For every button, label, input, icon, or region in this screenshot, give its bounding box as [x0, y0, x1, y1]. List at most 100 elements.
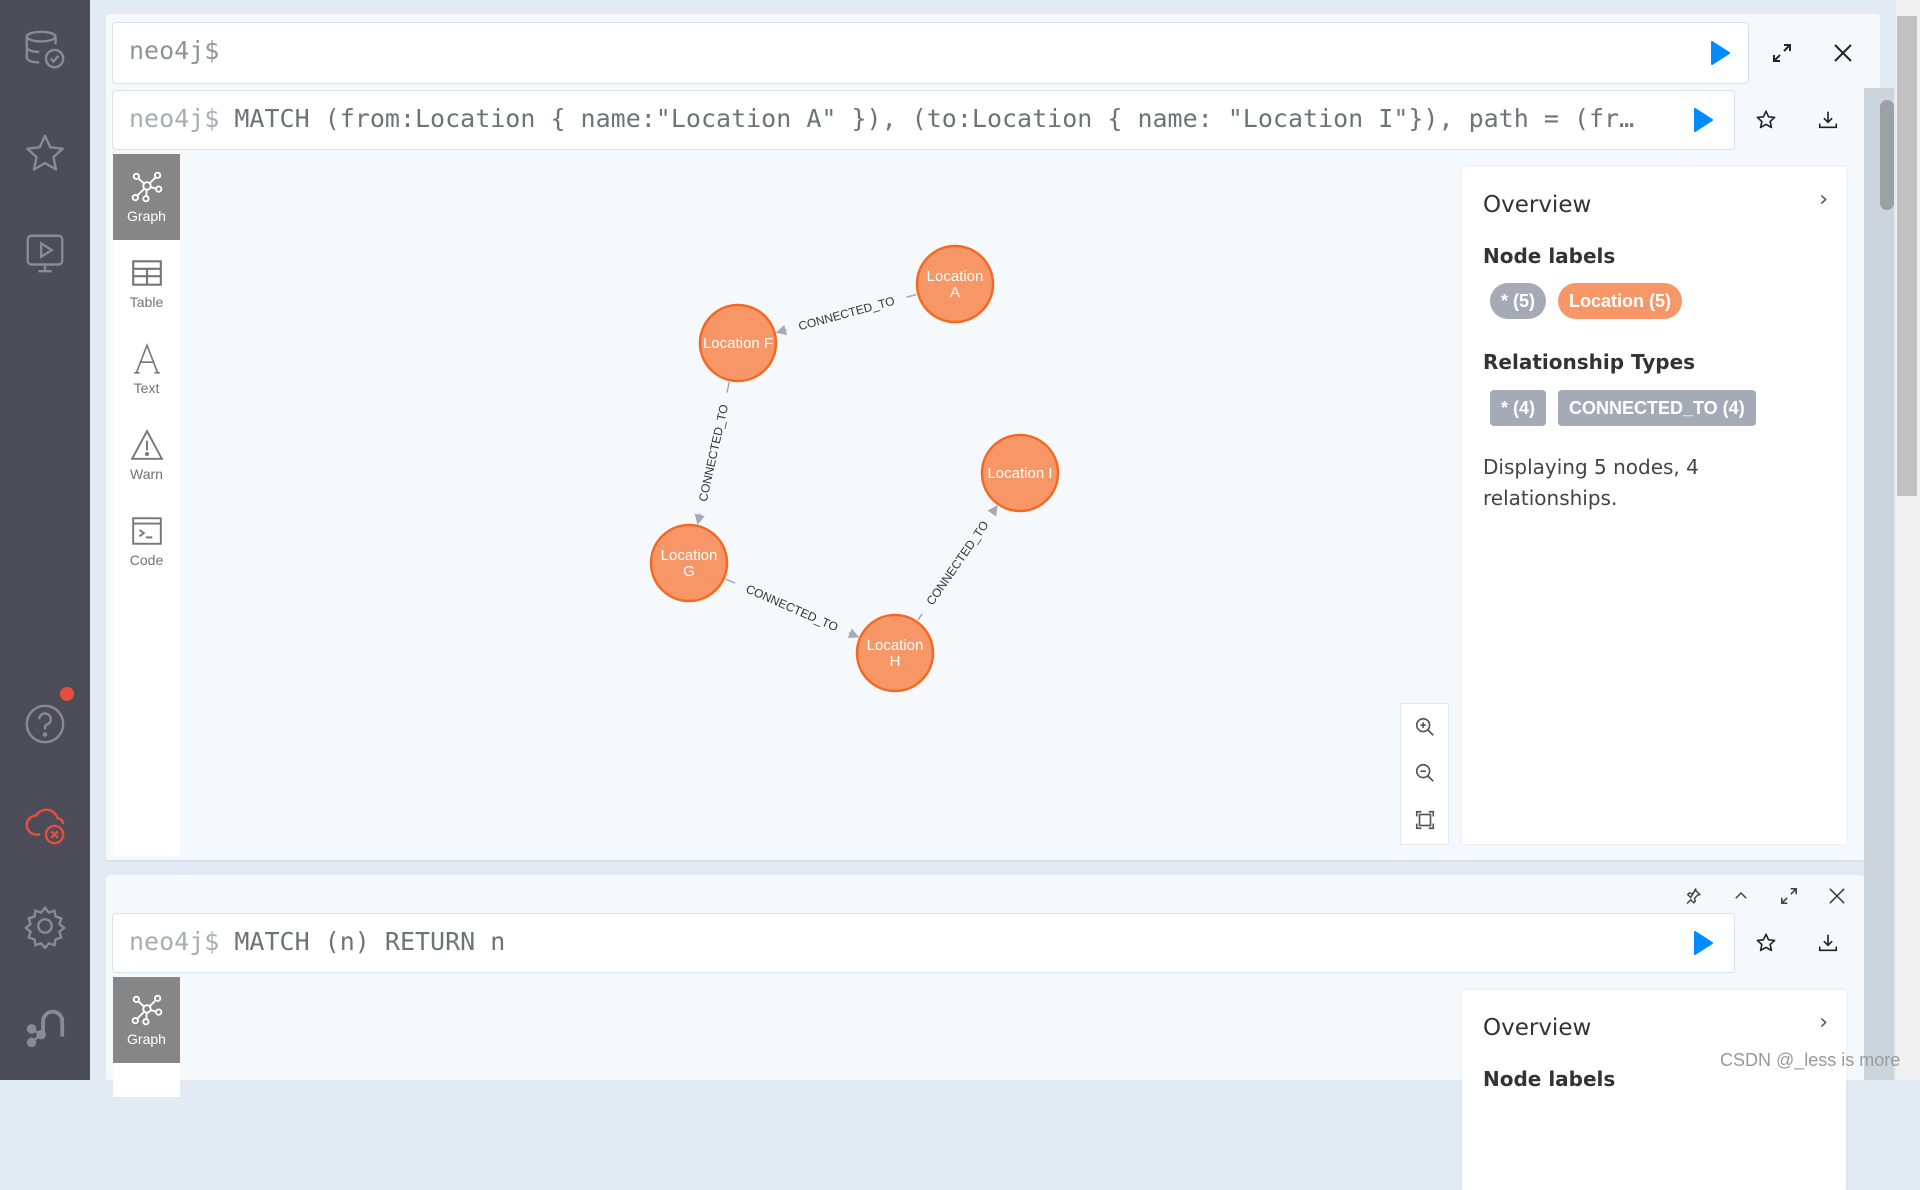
frame-2-overview-title: Overview	[1483, 1015, 1592, 1041]
watermark: CSDN @_less is more	[1720, 1050, 1901, 1070]
result-frame: neo4j$ MATCH (from:Location { name:"Loca…	[106, 88, 1864, 860]
node-caption: G	[683, 563, 695, 580]
tab-graph[interactable]: Graph	[113, 154, 180, 240]
relationship-line	[726, 381, 731, 393]
favorite-button[interactable]	[1746, 102, 1786, 138]
collapse-overview-button[interactable]: ›	[1819, 187, 1828, 212]
tab-warn-label: Warn	[130, 466, 163, 482]
fit-to-screen-button[interactable]	[1401, 797, 1448, 843]
relationship-A-F[interactable]: CONNECTED_TO	[775, 294, 917, 336]
frame-2-export-button[interactable]	[1808, 925, 1848, 961]
relationship-arrow	[694, 513, 705, 525]
node-caption: Location	[927, 268, 984, 285]
frame-query-bar[interactable]: neo4j$ MATCH (from:Location { name:"Loca…	[112, 90, 1735, 150]
node-caption: Location	[867, 637, 924, 654]
node-label-all-pill[interactable]: * (5)	[1490, 283, 1547, 319]
database-check-icon	[25, 30, 65, 69]
fit-screen-icon	[1415, 810, 1434, 830]
code-icon	[131, 517, 162, 545]
tab-code[interactable]: Code	[113, 498, 180, 584]
frame-2-collapse-overview-button[interactable]: ›	[1819, 1010, 1828, 1035]
database-button[interactable]	[20, 25, 70, 75]
frame-2-query-bar[interactable]: neo4j$ MATCH (n) RETURN n	[112, 913, 1735, 973]
frame-2-favorite-button[interactable]	[1746, 925, 1786, 961]
favorites-button[interactable]	[20, 128, 70, 178]
node-location-a[interactable]: LocationA	[915, 244, 995, 324]
page-scrollbar-thumb[interactable]	[1897, 16, 1917, 496]
node-labels-heading: Node labels	[1483, 244, 1616, 268]
chevron-up-icon	[1735, 891, 1747, 899]
download-icon	[1818, 111, 1838, 129]
tab-text[interactable]: Text	[113, 326, 180, 412]
close-frame-button[interactable]	[1820, 881, 1854, 911]
overview-panel: Overview › Node labels * (5) Location (5…	[1462, 167, 1846, 844]
play-icon	[1711, 41, 1730, 65]
overview-title: Overview	[1483, 192, 1592, 218]
relationship-H-I[interactable]: CONNECTED_TO	[917, 504, 998, 621]
frame-2-node-labels-heading: Node labels	[1483, 1067, 1616, 1091]
collapse-frame-button[interactable]	[1724, 881, 1758, 911]
zoom-controls	[1400, 703, 1449, 845]
node-location-h[interactable]: LocationH	[855, 613, 935, 693]
fullscreen-frame-button[interactable]	[1772, 881, 1806, 911]
notification-badge	[60, 687, 74, 701]
tab-warn[interactable]: Warn	[113, 412, 180, 498]
frame-2-query: MATCH (n) RETURN n	[234, 927, 506, 956]
frame-2-overview-panel: Overview › Node labels	[1462, 990, 1846, 1190]
play-icon	[1694, 108, 1713, 132]
graph-visualization[interactable]: CONNECTED_TO CONNECTED_TO CONNECTED_TO CONN…	[180, 154, 1460, 856]
tab-table[interactable]: Table	[113, 240, 180, 326]
settings-button[interactable]	[20, 901, 70, 951]
editor-close-button[interactable]	[1823, 35, 1863, 71]
relationship-F-G[interactable]: CONNECTED_TO	[694, 381, 731, 525]
sidebar	[0, 0, 90, 1080]
rerun-button[interactable]	[1683, 102, 1723, 138]
cypher-editor[interactable]: neo4j$	[112, 22, 1749, 84]
node-location-f[interactable]: Location F	[698, 303, 778, 383]
relationship-type-connected-pill[interactable]: CONNECTED_TO (4)	[1558, 390, 1756, 426]
zoom-in-icon	[1415, 717, 1434, 736]
node-location-g[interactable]: LocationG	[649, 523, 729, 603]
frame-2-tab-graph-label: Graph	[127, 1031, 166, 1047]
help-button[interactable]	[20, 699, 70, 749]
tab-graph-label: Graph	[127, 208, 166, 224]
zoom-in-button[interactable]	[1401, 704, 1448, 750]
chevron-right-icon: ›	[1819, 187, 1828, 212]
node-caption: Location	[661, 547, 718, 564]
relationship-G-H[interactable]: CONNECTED_TO	[725, 578, 860, 639]
editor-expand-button[interactable]	[1762, 35, 1802, 71]
graph-icon	[131, 994, 162, 1026]
frame-2-rerun-button[interactable]	[1683, 925, 1723, 961]
relationship-line	[917, 613, 923, 621]
stream-scrollbar-thumb[interactable]	[1880, 100, 1894, 210]
editor-run-button[interactable]	[1700, 35, 1740, 71]
tab-text-label: Text	[133, 380, 160, 396]
node-caption: H	[890, 653, 901, 670]
frame-2-tab-graph[interactable]: Graph	[113, 977, 180, 1063]
relationship-arrow	[775, 324, 788, 336]
chevron-right-icon: ›	[1819, 1010, 1828, 1035]
frame-2-view-switcher: Graph	[113, 977, 180, 1097]
node-label-location-pill[interactable]: Location (5)	[1558, 283, 1682, 319]
relationship-arrow	[987, 504, 998, 517]
stream-scrollbar[interactable]	[1864, 88, 1894, 1080]
zoom-out-button[interactable]	[1401, 750, 1448, 796]
overview-summary: Displaying 5 nodes, 4 relationships.	[1483, 455, 1699, 510]
relationship-type-all-pill[interactable]: * (4)	[1490, 390, 1547, 426]
frame-2-prompt: neo4j$	[129, 927, 220, 956]
cloud-disconnected-icon	[25, 808, 65, 845]
gear-icon	[23, 905, 67, 949]
frame-prompt: neo4j$	[129, 104, 220, 133]
pin-button[interactable]	[1676, 881, 1710, 911]
text-icon	[133, 342, 160, 374]
guides-button[interactable]	[20, 228, 70, 278]
export-button[interactable]	[1808, 102, 1848, 138]
node-location-i[interactable]: Location I	[980, 433, 1060, 513]
help-circle-icon	[25, 704, 65, 744]
node-caption: A	[950, 284, 960, 301]
about-button[interactable]	[20, 1002, 70, 1052]
relationship-arrow	[847, 628, 860, 639]
star-icon	[26, 134, 64, 171]
relationship-types-heading: Relationship Types	[1483, 350, 1696, 374]
cloud-sync-button[interactable]	[20, 800, 70, 850]
